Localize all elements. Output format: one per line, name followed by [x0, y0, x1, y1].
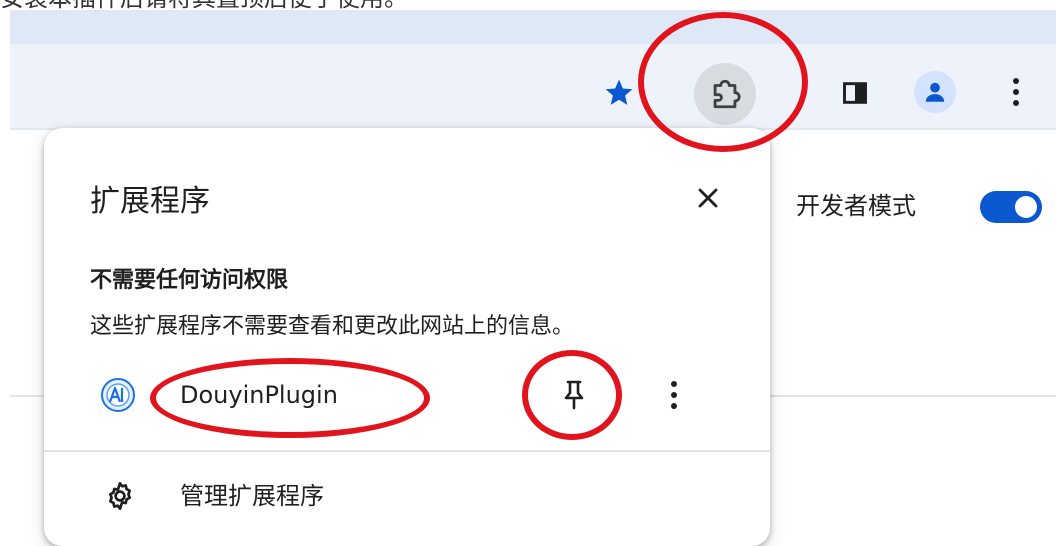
- close-icon: [698, 188, 718, 208]
- annotation-circle-pin: [522, 350, 622, 440]
- bookmark-star-icon: [605, 79, 633, 105]
- bookmark-star-button[interactable]: [596, 70, 642, 116]
- manage-extensions-label: 管理扩展程序: [180, 482, 324, 510]
- popup-title: 扩展程序: [90, 184, 210, 219]
- kebab-menu-icon: [671, 381, 677, 409]
- side-panel-icon: [843, 82, 867, 104]
- browser-toolbar: [10, 44, 1056, 128]
- kebab-menu-icon: [1013, 78, 1019, 106]
- browser-menu-button[interactable]: [994, 67, 1038, 117]
- close-button[interactable]: [690, 180, 726, 216]
- profile-avatar: [914, 71, 956, 113]
- developer-mode-toggle[interactable]: [980, 191, 1042, 223]
- extension-more-button[interactable]: [654, 375, 694, 415]
- manage-extensions-item[interactable]: 管理扩展程序: [44, 466, 770, 526]
- top-caption-cropped: 安装本插件后请将其置顶后便于使用。: [0, 0, 1056, 10]
- profile-icon: [925, 82, 945, 102]
- toggle-knob: [1015, 196, 1037, 218]
- gear-icon: [108, 482, 132, 510]
- annotation-circle-extensions: [638, 12, 808, 152]
- popup-divider: [44, 450, 770, 452]
- tab-strip: [10, 10, 1056, 44]
- developer-mode-label: 开发者模式: [796, 192, 916, 220]
- douyinplugin-logo-icon: [101, 378, 135, 412]
- extensions-popup: 扩展程序 不需要任何访问权限 这些扩展程序不需要查看和更改此网站上的信息。 Do…: [44, 128, 770, 546]
- access-section-title: 不需要任何访问权限: [90, 268, 289, 293]
- profile-button[interactable]: [910, 67, 960, 117]
- side-panel-button[interactable]: [832, 70, 878, 116]
- annotation-circle-extension-name: [150, 358, 430, 438]
- access-section-description: 这些扩展程序不需要查看和更改此网站上的信息。: [90, 314, 575, 339]
